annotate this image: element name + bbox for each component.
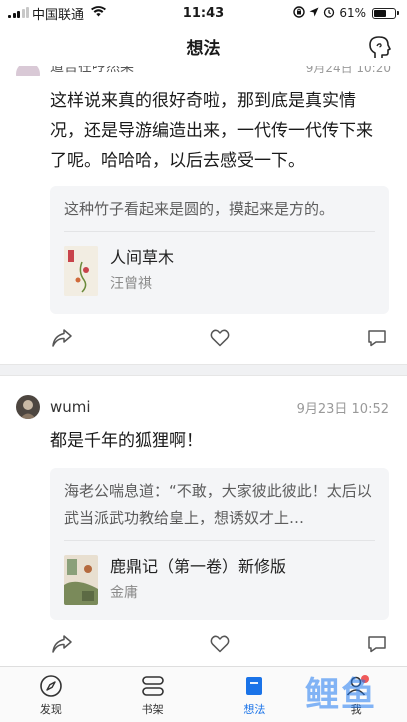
wifi-icon — [91, 6, 107, 20]
status-right: 61% — [293, 5, 399, 21]
tab-bookshelf[interactable]: 书架 — [102, 667, 204, 722]
status-bar: 中国联通 11:43 61% — [0, 0, 407, 26]
comment-icon — [368, 636, 386, 653]
quote-card[interactable]: 海老公喘息道：“不敢，大家彼此彼此！太后以武当派武功教给皇上，想诱奴才上… 鹿鼎… — [50, 468, 389, 620]
book-cover — [64, 246, 98, 296]
book-cover — [64, 555, 98, 605]
thought-card: 都是千年的狐狸啊！ — [0, 426, 407, 456]
comment-button[interactable] — [365, 326, 389, 350]
share-icon — [52, 635, 72, 653]
comment-icon — [368, 330, 386, 347]
battery-icon — [372, 7, 399, 19]
bookshelf-icon — [140, 673, 166, 699]
thought-head-icon — [369, 36, 391, 58]
post-text[interactable]: 这样说来真的很好奇啦，那到底是真实情况，还是导游编造出来，一代传一代传下来了呢。… — [0, 86, 407, 178]
book-info: 鹿鼎记（第一卷）新修版 金庸 — [110, 556, 286, 604]
post-actions — [50, 324, 389, 352]
compass-icon — [38, 673, 64, 699]
status-left: 中国联通 — [8, 4, 107, 23]
thought-card: 这样说来真的很好奇啦，那到底是真实情况，还是导游编造出来，一代传一代传下来了呢。… — [0, 86, 407, 178]
post-text[interactable]: 都是千年的狐狸啊！ — [0, 426, 407, 456]
comment-button[interactable] — [365, 632, 389, 656]
quote-text: 海老公喘息道：“不敢，大家彼此彼此！太后以武当派武功教给皇上，想诱奴才上… — [64, 482, 372, 527]
signal-icon — [8, 7, 29, 18]
heart-icon — [210, 635, 229, 653]
post-header: wumi 9月23日 10:52 — [16, 394, 389, 420]
tab-label: 书架 — [141, 702, 164, 716]
tab-bar: 发现 书架 想法 我 — [0, 666, 407, 722]
book-title: 鹿鼎记（第一卷）新修版 — [110, 557, 287, 576]
status-time: 11:43 — [182, 5, 225, 21]
heart-icon — [210, 329, 229, 347]
tab-label: 发现 — [39, 702, 62, 716]
quote-card[interactable]: 这种竹子看起来是圆的，摸起来是方的。 人间草木 汪曾祺 — [50, 186, 389, 314]
post-actions — [50, 630, 389, 658]
new-thought-button[interactable] — [367, 34, 393, 60]
tab-me[interactable]: 我 — [305, 667, 407, 722]
user-name[interactable]: wumi — [50, 398, 297, 416]
lock-rotation-icon — [293, 5, 306, 21]
page-title: 想法 — [186, 38, 221, 59]
book-link[interactable]: 鹿鼎记（第一卷）新修版 金庸 — [50, 541, 389, 619]
location-icon — [309, 6, 319, 20]
tab-discover[interactable]: 发现 — [0, 667, 102, 722]
share-button[interactable] — [50, 326, 74, 350]
book-info: 人间草木 汪曾祺 — [110, 247, 174, 295]
share-icon — [52, 329, 72, 347]
notification-badge — [361, 675, 369, 683]
carrier-label: 中国联通 — [32, 7, 85, 23]
nav-bar: 想法 — [0, 26, 407, 66]
alarm-icon — [323, 6, 335, 21]
book-author: 汪曾祺 — [110, 276, 152, 292]
book-author: 金庸 — [110, 585, 138, 601]
tab-label: 想法 — [243, 702, 266, 716]
quote-text: 这种竹子看起来是圆的，摸起来是方的。 — [64, 200, 335, 218]
book-link[interactable]: 人间草木 汪曾祺 — [50, 232, 389, 310]
share-button[interactable] — [50, 632, 74, 656]
like-button[interactable] — [208, 326, 232, 350]
tab-label: 我 — [350, 702, 362, 716]
section-divider — [0, 364, 407, 376]
thoughts-icon — [241, 673, 267, 699]
avatar[interactable] — [16, 395, 40, 419]
tab-thoughts[interactable]: 想法 — [204, 667, 306, 722]
book-title: 人间草木 — [110, 248, 175, 267]
post-time: 9月23日 10:52 — [296, 401, 389, 417]
battery-percent: 61% — [339, 6, 366, 20]
like-button[interactable] — [208, 632, 232, 656]
